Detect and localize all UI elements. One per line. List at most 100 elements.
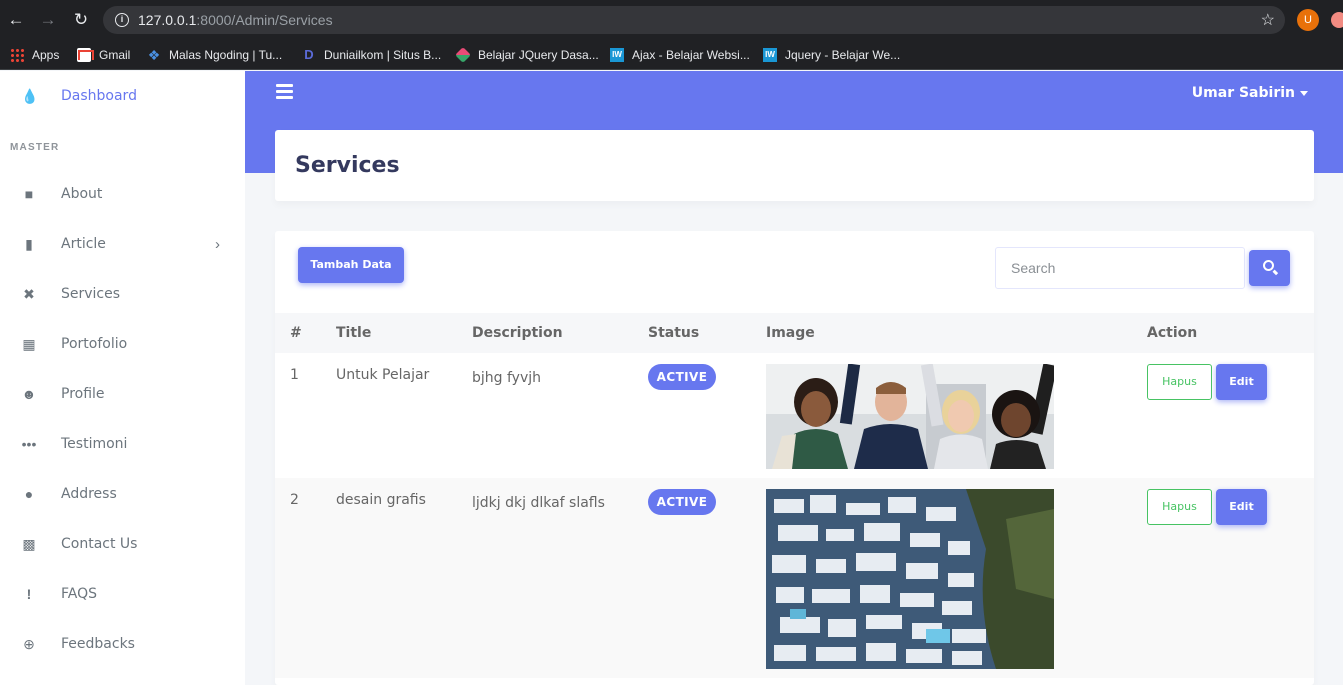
bookmark-gmail[interactable]: Gmail <box>77 45 130 65</box>
column-header-status: Status <box>648 325 700 341</box>
caret-down-icon <box>1300 90 1308 96</box>
apps-grid-icon <box>10 48 24 62</box>
delete-button[interactable]: Hapus <box>1147 364 1212 400</box>
url-host: 127.0.0.1 <box>138 12 197 28</box>
sidebar-item-services[interactable]: ✖ Services <box>0 269 245 319</box>
service-image <box>766 489 1054 669</box>
edit-button[interactable]: Edit <box>1216 364 1267 400</box>
sidebar-item-address[interactable]: ● Address <box>0 469 245 519</box>
row-number: 1 <box>290 367 299 383</box>
row-number: 2 <box>290 492 299 508</box>
extension-icon[interactable] <box>1331 12 1343 28</box>
tools-icon: ✖ <box>23 285 35 302</box>
bookmark-jquery[interactable]: IW Jquery - Belajar We... <box>763 45 900 65</box>
bookmark-label: Belajar JQuery Dasa... <box>478 48 599 62</box>
sidebar-item-contact-us[interactable]: ▩ Contact Us <box>0 519 245 569</box>
table-row: 1 Untuk Pelajar bjhg fyvjh ACTIVE Hapus … <box>275 353 1314 478</box>
gmail-icon <box>77 48 94 62</box>
user-icon: ☻ <box>21 386 37 402</box>
sidebar-item-label: Article <box>61 236 106 252</box>
services-card: Tambah Data # Title Description Status I… <box>275 231 1314 685</box>
iw-icon: IW <box>763 48 777 62</box>
browser-toolbar: ← → ↻ i 127.0.0.1:8000/Admin/Services ☆ … <box>0 0 1343 40</box>
plus-circle-icon: ⊕ <box>23 635 35 652</box>
briefcase-icon: ■ <box>24 186 34 202</box>
chevron-right-icon[interactable]: › <box>215 236 220 253</box>
code-icon: ❖ <box>147 47 161 63</box>
bookmarks-bar: Apps Gmail ❖ Malas Ngoding | Tu... D Dunia… <box>0 40 1343 70</box>
status-badge: ACTIVE <box>648 489 716 515</box>
row-title: Untuk Pelajar <box>336 367 430 383</box>
sidebar-item-label: Testimoni <box>61 436 128 452</box>
bookmark-label: Duniailkom | Situs B... <box>324 48 442 62</box>
fire-icon: 💧 <box>21 87 39 104</box>
bookmark-label: Malas Ngoding | Tu... <box>169 48 283 62</box>
sidebar-item-label: Dashboard <box>61 88 137 104</box>
sidebar-item-label: About <box>61 186 103 202</box>
column-header-title: Title <box>336 325 372 341</box>
bookmark-label: Jquery - Belajar We... <box>785 48 901 62</box>
map-marker-icon: ● <box>24 486 34 502</box>
status-badge: ACTIVE <box>648 364 716 390</box>
forward-arrow-icon[interactable]: → <box>38 10 58 30</box>
sidebar-item-feedbacks[interactable]: ⊕ Feedbacks <box>0 619 245 669</box>
file-icon: ▮ <box>25 235 33 252</box>
row-title: desain grafis <box>336 492 426 508</box>
sidebar-item-label: Profile <box>61 386 105 402</box>
column-header-action: Action <box>1147 325 1198 341</box>
sidebar-item-testimoni[interactable]: ••• Testimoni <box>0 419 245 469</box>
sidebar-item-label: Services <box>61 286 121 302</box>
info-icon[interactable]: i <box>115 13 129 27</box>
iw-icon: IW <box>610 48 624 62</box>
page-title: Services <box>295 153 400 178</box>
bookmark-apps[interactable]: Apps <box>10 45 59 65</box>
sidebar: 💧 Dashboard MASTER ■ About ▮ Article › ✖… <box>0 71 245 685</box>
reload-icon[interactable]: ↻ <box>71 10 91 30</box>
sidebar-item-article[interactable]: ▮ Article › <box>0 219 245 269</box>
sidebar-item-profile[interactable]: ☻ Profile <box>0 369 245 419</box>
user-dropdown[interactable]: Umar Sabirin <box>1192 85 1308 101</box>
table-header: # Title Description Status Image Action <box>275 313 1314 353</box>
th-large-icon: ▦ <box>22 335 36 352</box>
url-text[interactable]: 127.0.0.1:8000/Admin/Services <box>138 12 333 28</box>
bookmark-duniailkom[interactable]: D Duniailkom | Situs B... <box>302 45 441 65</box>
exclamation-icon: ! <box>26 586 32 602</box>
sidebar-item-about[interactable]: ■ About <box>0 169 245 219</box>
address-bar[interactable]: i 127.0.0.1:8000/Admin/Services ☆ <box>103 6 1285 34</box>
sidebar-item-portofolio[interactable]: ▦ Portofolio <box>0 319 245 369</box>
bookmark-ajax[interactable]: IW Ajax - Belajar Websi... <box>610 45 750 65</box>
search-input[interactable] <box>995 247 1245 289</box>
sidebar-item-label: FAQS <box>61 586 98 602</box>
bookmark-jquery-dasar[interactable]: Belajar JQuery Dasa... <box>455 45 599 65</box>
bookmark-star-icon[interactable]: ☆ <box>1261 10 1275 30</box>
url-path: :8000/Admin/Services <box>196 12 333 28</box>
sidebar-section-header: MASTER <box>10 142 60 153</box>
search-icon <box>1263 260 1274 271</box>
bookmark-label: Ajax - Belajar Websi... <box>632 48 750 62</box>
bookmark-malas-ngoding[interactable]: ❖ Malas Ngoding | Tu... <box>147 45 282 65</box>
group-people-photo <box>766 364 1054 469</box>
sidebar-item-label: Address <box>61 486 117 502</box>
duniailkom-icon: D <box>304 47 314 62</box>
search-button[interactable] <box>1249 250 1290 286</box>
edit-button[interactable]: Edit <box>1216 489 1267 525</box>
ellipsis-icon: ••• <box>21 436 37 452</box>
delete-button[interactable]: Hapus <box>1147 489 1212 525</box>
hamburger-menu-icon[interactable] <box>276 84 293 99</box>
bookmark-label: Apps <box>32 48 60 62</box>
column-header-number: # <box>290 325 302 341</box>
back-arrow-icon[interactable]: ← <box>6 10 26 30</box>
profile-avatar[interactable]: U <box>1297 9 1319 31</box>
column-header-description: Description <box>472 325 563 341</box>
sidebar-item-label: Feedbacks <box>61 636 135 652</box>
add-data-button[interactable]: Tambah Data <box>298 247 404 283</box>
user-name: Umar Sabirin <box>1191 85 1295 101</box>
jquery-icon <box>455 47 471 63</box>
address-card-icon: ▩ <box>22 535 36 552</box>
sidebar-item-label: Contact Us <box>61 536 138 552</box>
row-description: bjhg fyvjh <box>472 370 542 386</box>
sidebar-item-faqs[interactable]: ! FAQS <box>0 569 245 619</box>
sidebar-item-dashboard[interactable]: 💧 Dashboard <box>0 71 245 121</box>
sidebar-item-label: Portofolio <box>61 336 128 352</box>
table-row: 2 desain grafis ljdkj dkj dlkaf slafls A… <box>275 478 1314 678</box>
